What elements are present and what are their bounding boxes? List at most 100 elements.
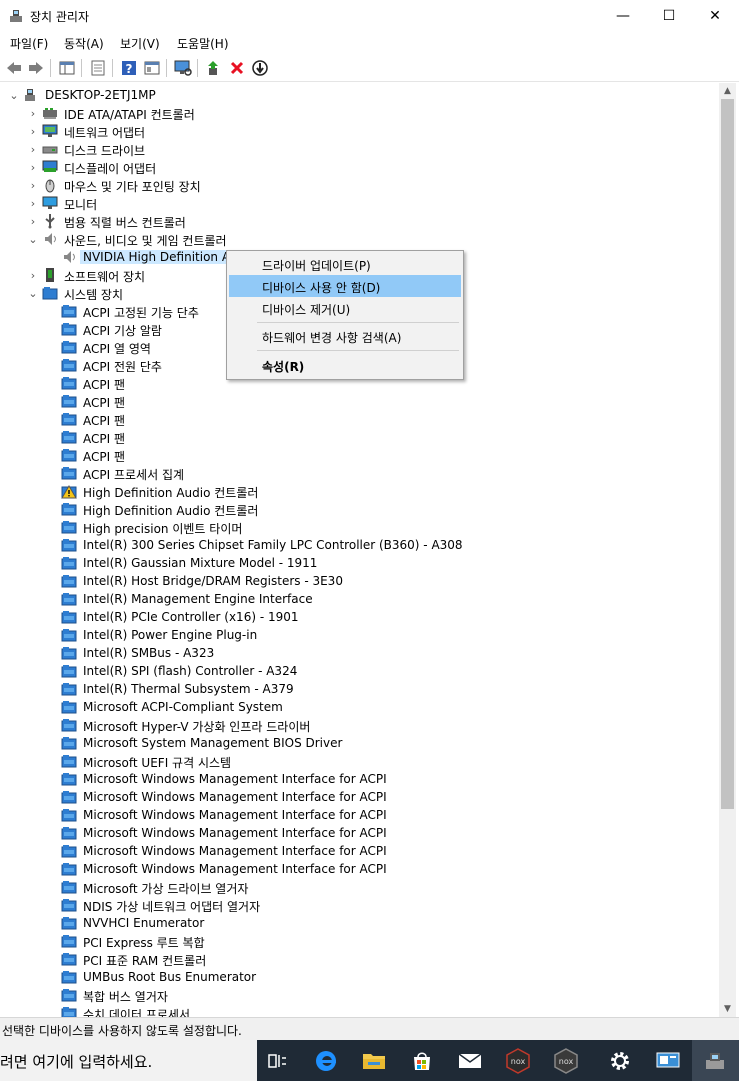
system-device-item[interactable]: High Definition Audio 컨트롤러: [0, 482, 719, 500]
system-device-item[interactable]: Microsoft Windows Management Interface f…: [0, 860, 719, 878]
nox-player-icon[interactable]: nox: [494, 1040, 542, 1081]
vertical-scrollbar[interactable]: ▲ ▼: [719, 83, 736, 1017]
tree-category-disk[interactable]: › 디스크 드라이브: [0, 140, 719, 159]
menu-uninstall-device[interactable]: 디바이스 제거(U): [229, 297, 461, 319]
system-device-item[interactable]: Microsoft ACPI-Compliant System: [0, 698, 719, 716]
edge-browser-icon[interactable]: [302, 1040, 350, 1081]
tree-item-label: ACPI 전원 단추: [83, 360, 162, 374]
tree-category-net[interactable]: › 네트워크 어댑터: [0, 122, 719, 140]
nox-multi-drive-icon[interactable]: nox: [542, 1040, 590, 1081]
system-device-item[interactable]: PCI Express 루트 복합: [0, 932, 719, 950]
file-explorer-icon[interactable]: [350, 1040, 398, 1081]
scroll-down-icon[interactable]: ▼: [719, 1001, 736, 1017]
menu-properties[interactable]: 속성(R): [229, 354, 461, 376]
properties-icon[interactable]: [88, 58, 108, 78]
store-icon[interactable]: [398, 1040, 446, 1081]
menu-help[interactable]: 도움말(H): [177, 35, 229, 52]
system-device-item[interactable]: Microsoft Windows Management Interface f…: [0, 770, 719, 788]
forward-arrow-icon[interactable]: [26, 58, 46, 78]
scroll-up-icon[interactable]: ▲: [719, 83, 736, 99]
chip-device-icon: [61, 357, 77, 373]
help-icon[interactable]: ?: [119, 58, 139, 78]
task-view-icon[interactable]: [253, 1040, 301, 1081]
system-device-item[interactable]: Microsoft Windows Management Interface f…: [0, 824, 719, 842]
system-device-item[interactable]: Intel(R) Thermal Subsystem - A379: [0, 680, 719, 698]
update-driver-icon[interactable]: [204, 58, 224, 78]
tree-category-display[interactable]: › 디스플레이 어댑터: [0, 158, 719, 176]
tree-category-usb[interactable]: › 범용 직렬 버스 컨트롤러: [0, 212, 719, 230]
disable-device-icon[interactable]: [250, 58, 270, 78]
expand-chevron-icon[interactable]: ›: [27, 212, 39, 230]
tree-category-sound[interactable]: ⌄ 사운드, 비디오 및 게임 컨트롤러: [0, 230, 719, 249]
chip-device-icon: [61, 663, 77, 679]
mail-icon[interactable]: [446, 1040, 494, 1081]
taskbar-search-box[interactable]: 려면 여기에 입력하세요.: [0, 1040, 257, 1081]
system-device-item[interactable]: High precision 이벤트 타이머: [0, 518, 719, 536]
minimize-button[interactable]: —: [600, 0, 646, 31]
system-device-item[interactable]: NDIS 가상 네트워크 어댑터 열거자: [0, 896, 719, 914]
show-hide-console-tree-icon[interactable]: [57, 58, 77, 78]
expand-chevron-icon[interactable]: ›: [27, 194, 39, 212]
expand-chevron-icon[interactable]: ›: [27, 176, 39, 194]
scroll-thumb[interactable]: [721, 99, 734, 809]
tree-root-computer[interactable]: ⌄ DESKTOP-2ETJ1MP: [0, 86, 719, 104]
menu-disable-device[interactable]: 디바이스 사용 안 함(D): [229, 275, 461, 297]
system-device-item[interactable]: ACPI 팬: [0, 446, 719, 464]
device-manager-taskbar-icon[interactable]: [692, 1040, 739, 1081]
system-device-item[interactable]: Microsoft Windows Management Interface f…: [0, 842, 719, 860]
system-device-item[interactable]: ACPI 팬: [0, 392, 719, 410]
chip-device-icon: [61, 825, 77, 841]
menu-view[interactable]: 보기(V): [120, 35, 160, 52]
system-device-item[interactable]: Microsoft Windows Management Interface f…: [0, 788, 719, 806]
system-device-item[interactable]: Microsoft System Management BIOS Driver: [0, 734, 719, 752]
uninstall-device-icon[interactable]: [227, 58, 247, 78]
system-device-item[interactable]: 수치 데이터 프로세서: [0, 1004, 719, 1017]
system-device-item[interactable]: Intel(R) Host Bridge/DRAM Registers - 3E…: [0, 572, 719, 590]
system-device-item[interactable]: Microsoft UEFI 규격 시스템: [0, 752, 719, 770]
system-device-item[interactable]: Intel(R) 300 Series Chipset Family LPC C…: [0, 536, 719, 554]
collapse-chevron-icon[interactable]: ⌄: [8, 86, 20, 104]
system-device-item[interactable]: Intel(R) Power Engine Plug-in: [0, 626, 719, 644]
system-device-item[interactable]: Intel(R) SMBus - A323: [0, 644, 719, 662]
expand-chevron-icon[interactable]: ›: [27, 140, 39, 158]
system-device-item[interactable]: Microsoft Hyper-V 가상화 인프라 드라이버: [0, 716, 719, 734]
tree-category-mouse[interactable]: › 마우스 및 기타 포인팅 장치: [0, 176, 719, 195]
tree-item-label: Intel(R) Gaussian Mixture Model - 1911: [83, 556, 318, 570]
system-device-item[interactable]: ACPI 팬: [0, 428, 719, 446]
collapse-chevron-icon[interactable]: ⌄: [27, 284, 39, 302]
remote-desktop-icon[interactable]: [644, 1040, 692, 1081]
menu-action[interactable]: 동작(A): [64, 35, 104, 52]
system-device-item[interactable]: High Definition Audio 컨트롤러: [0, 500, 719, 518]
system-device-item[interactable]: Intel(R) SPI (flash) Controller - A324: [0, 662, 719, 680]
close-button[interactable]: ✕: [692, 0, 738, 31]
system-device-item[interactable]: Microsoft Windows Management Interface f…: [0, 806, 719, 824]
system-device-item[interactable]: Intel(R) Gaussian Mixture Model - 1911: [0, 554, 719, 572]
tree-category-monitor[interactable]: › 모니터: [0, 194, 719, 212]
maximize-button[interactable]: ☐: [646, 0, 692, 31]
view-icon[interactable]: [142, 58, 162, 78]
system-device-item[interactable]: Intel(R) Management Engine Interface: [0, 590, 719, 608]
system-device-item[interactable]: UMBus Root Bus Enumerator: [0, 968, 719, 986]
menu-update-driver[interactable]: 드라이버 업데이트(P): [229, 253, 461, 275]
tree-item-label: 소프트웨어 장치: [64, 270, 146, 284]
system-device-item[interactable]: ACPI 프로세서 집계: [0, 464, 719, 482]
expand-chevron-icon[interactable]: ›: [27, 104, 39, 122]
collapse-chevron-icon[interactable]: ⌄: [27, 230, 39, 248]
expand-chevron-icon[interactable]: ›: [27, 122, 39, 140]
expand-chevron-icon[interactable]: ›: [27, 266, 39, 284]
system-device-item[interactable]: 복합 버스 열거자: [0, 986, 719, 1004]
system-device-item[interactable]: Intel(R) PCIe Controller (x16) - 1901: [0, 608, 719, 626]
chip-device-icon: [61, 429, 77, 445]
system-device-item[interactable]: ACPI 팬: [0, 410, 719, 428]
menu-scan-hardware[interactable]: 하드웨어 변경 사항 검색(A): [229, 325, 461, 347]
chip-device-icon: [61, 627, 77, 643]
system-device-item[interactable]: PCI 표준 RAM 컨트롤러: [0, 950, 719, 968]
back-arrow-icon[interactable]: [4, 58, 24, 78]
expand-chevron-icon[interactable]: ›: [27, 158, 39, 176]
menu-file[interactable]: 파일(F): [10, 35, 48, 52]
tree-category-ide[interactable]: › IDE ATA/ATAPI 컨트롤러: [0, 104, 719, 123]
system-device-item[interactable]: Microsoft 가상 드라이브 열거자: [0, 878, 719, 896]
system-device-item[interactable]: NVVHCI Enumerator: [0, 914, 719, 932]
scan-hardware-icon[interactable]: [173, 58, 193, 78]
settings-gear-icon[interactable]: [596, 1040, 644, 1081]
